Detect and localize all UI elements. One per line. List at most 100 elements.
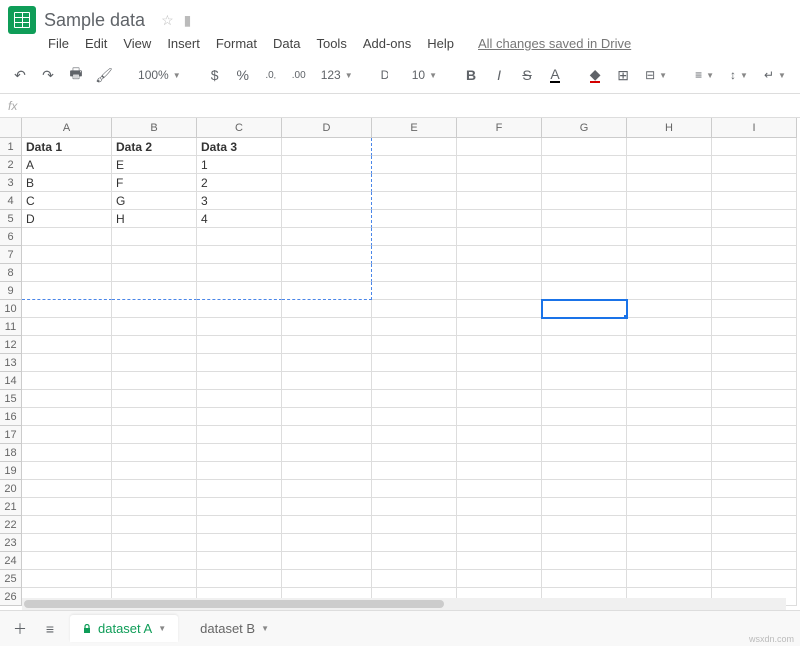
cell[interactable] xyxy=(457,246,542,264)
cell[interactable] xyxy=(627,498,712,516)
cell[interactable] xyxy=(112,534,197,552)
cell[interactable] xyxy=(112,282,197,300)
cell[interactable] xyxy=(372,498,457,516)
cell[interactable] xyxy=(282,210,372,228)
cell[interactable] xyxy=(627,444,712,462)
cell[interactable] xyxy=(712,480,797,498)
column-header[interactable]: C xyxy=(197,118,282,138)
cell[interactable] xyxy=(712,462,797,480)
cell[interactable] xyxy=(372,408,457,426)
cell[interactable] xyxy=(282,390,372,408)
cell[interactable] xyxy=(542,498,627,516)
cell[interactable] xyxy=(457,570,542,588)
column-header[interactable]: I xyxy=(712,118,797,138)
cell[interactable] xyxy=(282,246,372,264)
cell[interactable] xyxy=(112,552,197,570)
cell[interactable] xyxy=(112,408,197,426)
cell[interactable] xyxy=(372,516,457,534)
cell[interactable] xyxy=(712,372,797,390)
all-sheets-button[interactable]: ≡ xyxy=(40,617,60,641)
cell[interactable] xyxy=(372,390,457,408)
cell[interactable] xyxy=(197,570,282,588)
cell[interactable] xyxy=(457,444,542,462)
cell[interactable]: B xyxy=(22,174,112,192)
cell[interactable] xyxy=(22,336,112,354)
column-header[interactable]: B xyxy=(112,118,197,138)
row-header[interactable]: 10 xyxy=(0,300,22,318)
cell[interactable] xyxy=(22,264,112,282)
cell[interactable] xyxy=(712,174,797,192)
cell[interactable] xyxy=(112,372,197,390)
menu-data[interactable]: Data xyxy=(273,36,300,51)
cell[interactable] xyxy=(197,246,282,264)
row-header[interactable]: 6 xyxy=(0,228,22,246)
select-all-corner[interactable] xyxy=(0,118,22,138)
row-header[interactable]: 19 xyxy=(0,462,22,480)
cell[interactable] xyxy=(197,462,282,480)
cell[interactable] xyxy=(457,174,542,192)
cell[interactable] xyxy=(627,228,712,246)
cell[interactable] xyxy=(282,408,372,426)
row-header[interactable]: 20 xyxy=(0,480,22,498)
cell[interactable] xyxy=(22,282,112,300)
cell[interactable] xyxy=(712,318,797,336)
cell[interactable] xyxy=(282,336,372,354)
cell[interactable] xyxy=(542,300,627,318)
cell[interactable]: C xyxy=(22,192,112,210)
cell[interactable]: G xyxy=(112,192,197,210)
row-header[interactable]: 1 xyxy=(0,138,22,156)
row-header[interactable]: 22 xyxy=(0,516,22,534)
cell[interactable] xyxy=(457,354,542,372)
cell[interactable] xyxy=(112,480,197,498)
cell[interactable] xyxy=(112,570,197,588)
cell[interactable] xyxy=(282,480,372,498)
row-header[interactable]: 2 xyxy=(0,156,22,174)
zoom-select[interactable]: 100%▼ xyxy=(134,68,185,82)
document-title[interactable]: Sample data xyxy=(44,10,145,31)
cell[interactable] xyxy=(372,228,457,246)
cell[interactable] xyxy=(22,354,112,372)
cell[interactable]: 4 xyxy=(197,210,282,228)
cell[interactable]: Data 3 xyxy=(197,138,282,156)
cell[interactable]: A xyxy=(22,156,112,174)
cell[interactable] xyxy=(372,426,457,444)
horizontal-scrollbar[interactable] xyxy=(22,598,786,610)
cell[interactable] xyxy=(372,552,457,570)
fx-input[interactable] xyxy=(38,98,792,114)
cell[interactable] xyxy=(627,282,712,300)
row-header[interactable]: 13 xyxy=(0,354,22,372)
cell[interactable] xyxy=(282,156,372,174)
cell[interactable] xyxy=(712,534,797,552)
cell[interactable] xyxy=(282,138,372,156)
cell[interactable]: Data 2 xyxy=(112,138,197,156)
cell[interactable] xyxy=(542,552,627,570)
cell[interactable] xyxy=(372,336,457,354)
cell[interactable] xyxy=(542,246,627,264)
italic-button[interactable]: I xyxy=(489,63,509,87)
cell[interactable] xyxy=(112,354,197,372)
cell[interactable] xyxy=(542,156,627,174)
cell[interactable] xyxy=(112,516,197,534)
cell[interactable] xyxy=(627,480,712,498)
cell[interactable] xyxy=(542,408,627,426)
cell[interactable] xyxy=(282,498,372,516)
cell[interactable] xyxy=(457,192,542,210)
cell[interactable] xyxy=(112,228,197,246)
merge-button[interactable]: ⊟▼ xyxy=(641,68,671,82)
cell[interactable] xyxy=(712,390,797,408)
cell[interactable] xyxy=(712,552,797,570)
row-header[interactable]: 12 xyxy=(0,336,22,354)
cell[interactable] xyxy=(627,300,712,318)
cell[interactable] xyxy=(372,246,457,264)
row-header[interactable]: 25 xyxy=(0,570,22,588)
cell[interactable] xyxy=(627,372,712,390)
cell[interactable] xyxy=(712,426,797,444)
menu-addons[interactable]: Add-ons xyxy=(363,36,411,51)
cell[interactable] xyxy=(712,156,797,174)
cell[interactable] xyxy=(22,462,112,480)
add-sheet-button[interactable]: ＋ xyxy=(10,617,30,641)
cell[interactable] xyxy=(712,138,797,156)
sheet-tab-dataset-b[interactable]: dataset B ▼ xyxy=(188,615,281,642)
cell[interactable] xyxy=(542,138,627,156)
cell[interactable] xyxy=(712,228,797,246)
